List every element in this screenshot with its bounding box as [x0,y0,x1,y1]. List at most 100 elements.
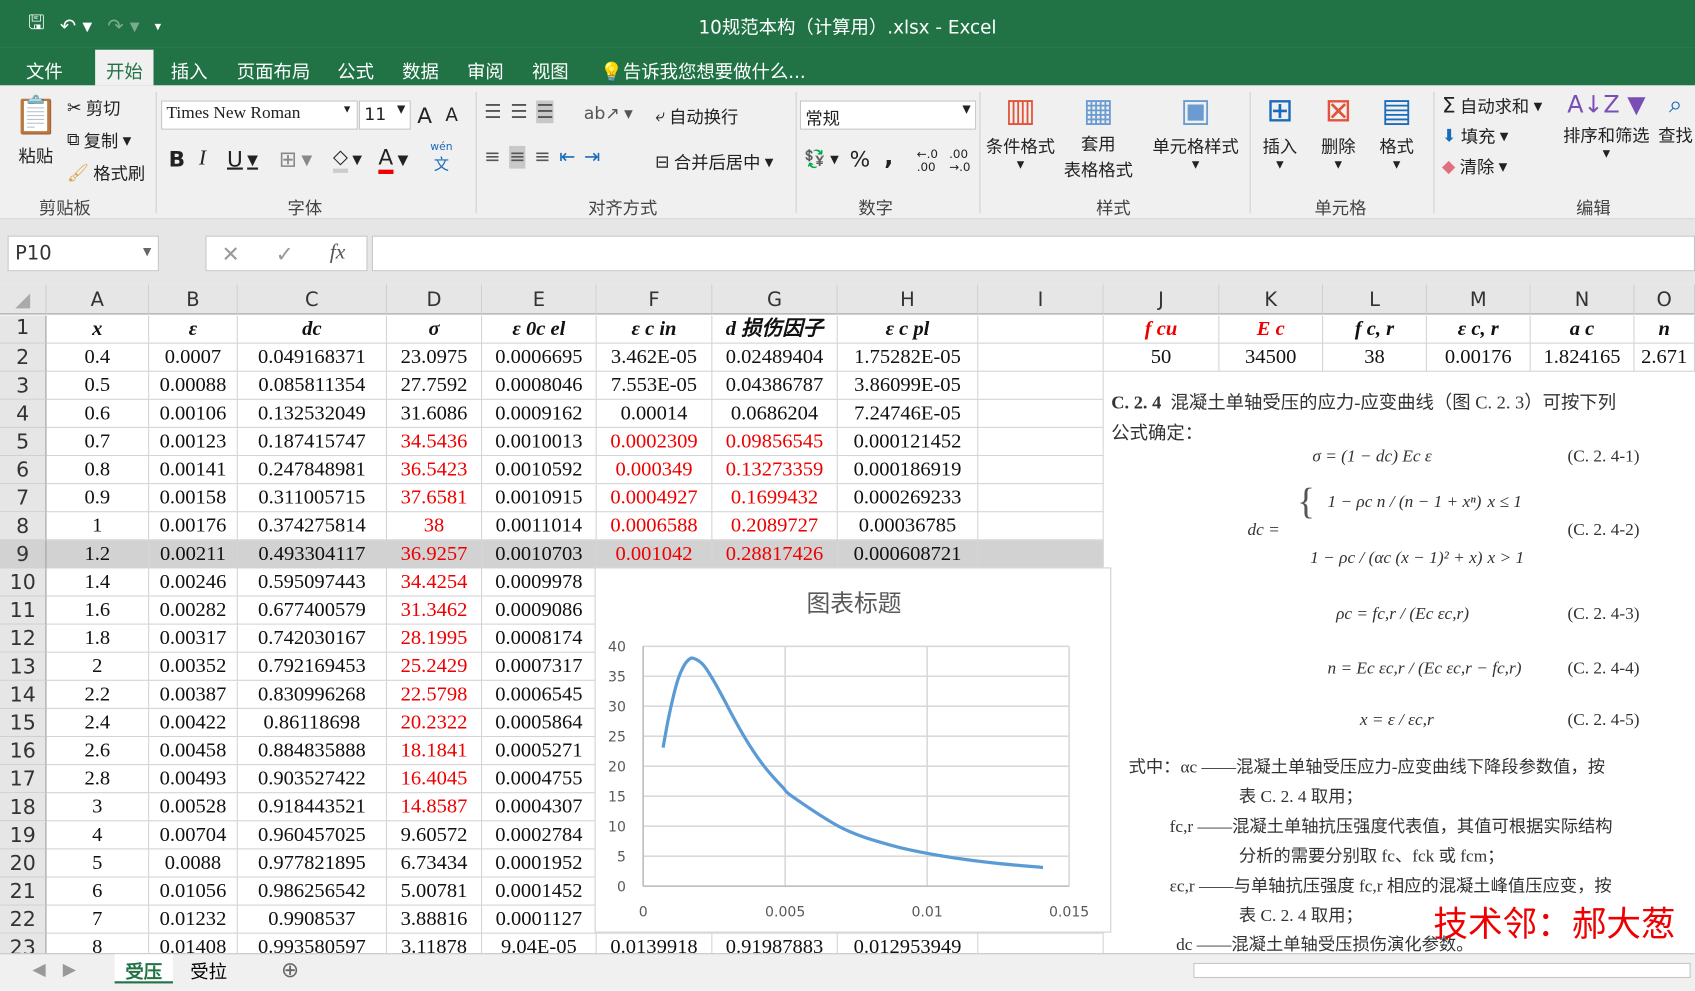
row-header[interactable]: 1 [0,315,47,344]
cell-I9[interactable] [978,540,1104,569]
cell-N2[interactable]: 1.824165 [1530,343,1635,372]
column-header-G[interactable]: G [712,284,838,315]
delete-cells-button[interactable]: ⊠ 删除 ▼ [1321,92,1356,171]
cell-C18[interactable]: 0.918443521 [237,793,387,822]
chart[interactable]: 图表标题 0 5 10 15 20 25 30 35 40 0 0.005 0.01 0.015 [594,567,1112,933]
cell-B12[interactable]: 0.00317 [149,624,238,653]
cell-C6[interactable]: 0.247848981 [237,456,387,485]
row-header[interactable]: 4 [0,399,47,428]
decrease-indent-icon[interactable]: ⇤ [559,146,575,169]
cell-A9[interactable]: 1.2 [46,540,150,569]
header-cell-G[interactable]: d 损伤因子 [712,315,838,344]
column-header-N[interactable]: N [1530,284,1635,315]
row-header[interactable]: 5 [0,427,47,457]
column-header-E[interactable]: E [482,284,597,315]
cell-B17[interactable]: 0.00493 [149,765,238,794]
row-header[interactable]: 10 [0,568,47,597]
percent-button[interactable]: % [850,146,871,172]
cell-E16[interactable]: 0.0005271 [482,737,597,766]
cell-A8[interactable]: 1 [46,512,150,541]
cell-D7[interactable]: 37.6581 [386,484,483,513]
font-color-button[interactable]: A ▾ [378,144,408,174]
wrap-text-button[interactable]: ⤶ 自动换行 [655,103,738,129]
row-header[interactable]: 2 [0,343,47,372]
tab-view[interactable]: 视图 [521,54,579,85]
column-header-A[interactable]: A [46,284,150,315]
cell-E8[interactable]: 0.0011014 [482,512,597,541]
cell-G8[interactable]: 0.2089727 [712,512,838,541]
cell-E15[interactable]: 0.0005864 [482,708,597,738]
header-cell-B[interactable]: ε [149,315,238,344]
cell-D10[interactable]: 34.4254 [386,568,483,597]
header-cell-A[interactable]: x [46,315,150,344]
cell-C15[interactable]: 0.86118698 [237,708,387,738]
tab-file[interactable]: 文件 [15,54,73,85]
cell-A16[interactable]: 2.6 [46,737,150,766]
cell-F6[interactable]: 0.000349 [596,456,713,485]
insert-cells-button[interactable]: ⊞ 插入 ▼ [1263,92,1298,171]
select-all-corner[interactable]: ◢ [0,284,47,315]
fill-color-button[interactable]: ◇ ▾ [332,146,362,173]
cell-A22[interactable]: 7 [46,905,150,934]
sheet-tab-compression[interactable]: 受压 [114,954,173,984]
cell-A5[interactable]: 0.7 [46,427,150,457]
cell-M2[interactable]: 0.00176 [1426,343,1531,372]
cell-D13[interactable]: 25.2429 [386,652,483,681]
format-painter-button[interactable]: 🖌 格式刷 [67,159,145,185]
increase-indent-icon[interactable]: ⇥ [584,146,600,169]
cell-E5[interactable]: 0.0010013 [482,427,597,457]
cell-B3[interactable]: 0.00088 [149,371,238,400]
cell-D9[interactable]: 36.9257 [386,540,483,569]
shrink-font-button[interactable]: A [445,105,458,127]
cell-B4[interactable]: 0.00106 [149,399,238,428]
cell-C19[interactable]: 0.960457025 [237,821,387,850]
cell-I5[interactable] [978,427,1104,457]
cell-C20[interactable]: 0.977821895 [237,849,387,878]
cell-A13[interactable]: 2 [46,652,150,681]
tab-insert[interactable]: 插入 [160,54,218,85]
cell-G6[interactable]: 0.13273359 [712,456,838,485]
cancel-icon[interactable]: ✕ [222,241,240,267]
header-cell-C[interactable]: dc [237,315,387,344]
cell-H2[interactable]: 1.75282E-05 [837,343,979,372]
column-header-L[interactable]: L [1323,284,1427,315]
autosum-button[interactable]: Σ 自动求和 ▾ [1442,92,1542,118]
cell-E18[interactable]: 0.0004307 [482,793,597,822]
cell-E12[interactable]: 0.0008174 [482,624,597,653]
cell-G4[interactable]: 0.0686204 [712,399,838,428]
header-cell-D[interactable]: σ [386,315,483,344]
cell-B7[interactable]: 0.00158 [149,484,238,513]
cell-D21[interactable]: 5.00781 [386,877,483,906]
sheet-tab-tension[interactable]: 受拉 [179,954,237,984]
cell-A6[interactable]: 0.8 [46,456,150,485]
column-header-D[interactable]: D [386,284,483,315]
cell-A12[interactable]: 1.8 [46,624,150,653]
name-box[interactable]: P10 ▼ [7,235,159,272]
cell-E22[interactable]: 0.0001127 [482,905,597,934]
cell-C13[interactable]: 0.792169453 [237,652,387,681]
clear-button[interactable]: ◆ 清除 ▾ [1442,152,1507,178]
cell-H6[interactable]: 0.000186919 [837,456,979,485]
cell-B9[interactable]: 0.00211 [149,540,238,569]
cell-A11[interactable]: 1.6 [46,596,150,625]
column-header-J[interactable]: J [1103,284,1220,315]
format-cells-button[interactable]: ▤ 格式 ▼ [1379,92,1414,171]
cell-B18[interactable]: 0.00528 [149,793,238,822]
cell-D2[interactable]: 23.0975 [386,343,483,372]
tell-me-search[interactable]: 💡告诉我您想要做什么... [589,54,816,85]
cell-C14[interactable]: 0.830996268 [237,680,387,709]
cell-D5[interactable]: 34.5436 [386,427,483,457]
cell-C3[interactable]: 0.085811354 [237,371,387,400]
underline-button[interactable]: U ▾ [227,146,258,172]
cell-I8[interactable] [978,512,1104,541]
row-header[interactable]: 14 [0,680,47,709]
cell-D16[interactable]: 18.1841 [386,737,483,766]
format-as-table-button[interactable]: ▦ 套用 表格格式 [1064,92,1133,182]
cell-G2[interactable]: 0.02489404 [712,343,838,372]
grow-font-button[interactable]: A [417,103,432,129]
cell-D4[interactable]: 31.6086 [386,399,483,428]
cell-G3[interactable]: 0.04386787 [712,371,838,400]
cell-C22[interactable]: 0.9908537 [237,905,387,934]
bold-button[interactable]: B [169,146,185,172]
cell-C16[interactable]: 0.884835888 [237,737,387,766]
